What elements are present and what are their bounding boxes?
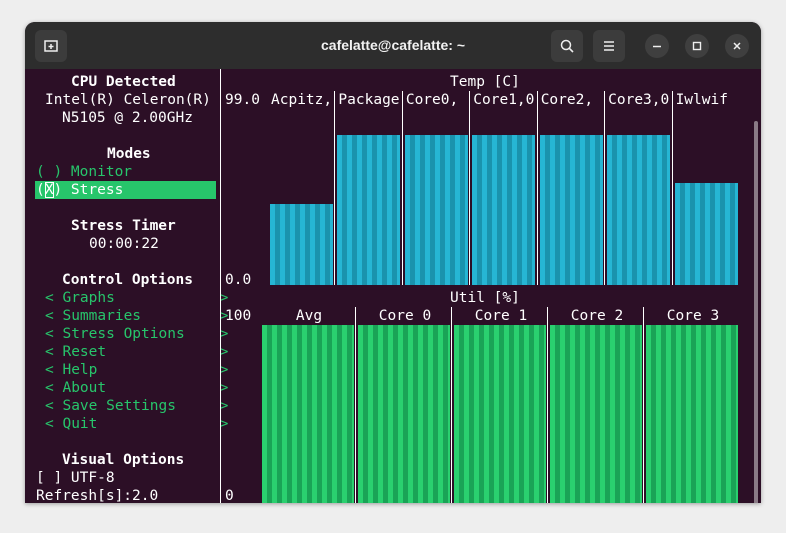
util-cols-bar	[358, 325, 450, 503]
cpu-model-line1: Intel(R) Celeron(R)	[45, 92, 211, 108]
minimize-button[interactable]	[645, 34, 669, 58]
util-cols-bar	[646, 325, 738, 503]
temp-min-label: 0.0	[225, 272, 252, 288]
temp-cols-column-label: Core1,0	[473, 92, 535, 108]
cpu-detected-heading: CPU Detected	[71, 74, 176, 90]
util-cols-column-label: Avg	[295, 308, 323, 324]
refresh-rate-setting[interactable]: Refresh[s]:2.0	[36, 487, 158, 503]
hamburger-icon	[604, 41, 614, 51]
temp-cols-bar	[405, 135, 468, 285]
util-cols-column-separator	[355, 307, 356, 503]
title-bar: cafelatte@cafelatte: ~	[25, 22, 761, 69]
menu-item-about[interactable]: < About >	[45, 379, 228, 397]
util-cols-bar	[454, 325, 546, 503]
scrollbar[interactable]	[754, 121, 758, 503]
util-cols-column-label: Core 3	[666, 308, 720, 324]
close-button[interactable]	[725, 34, 749, 58]
temp-cols-column-separator	[469, 91, 470, 285]
text-cursor	[45, 182, 54, 198]
util-cols-bar	[550, 325, 642, 503]
menu-item-help[interactable]: < Help >	[45, 361, 228, 379]
util-cols-column-label: Core 2	[570, 308, 624, 324]
menu-item-reset[interactable]: < Reset >	[45, 343, 228, 361]
util-cols-column-separator	[451, 307, 452, 503]
temp-cols-column-label: Package	[338, 92, 400, 108]
modes-heading: Modes	[107, 146, 151, 162]
maximize-button[interactable]	[685, 34, 709, 58]
close-icon	[733, 42, 741, 50]
temp-cols-column-label: Iwlwif	[675, 92, 728, 108]
temp-cols-column-separator	[604, 91, 605, 285]
terminal-window: cafelatte@cafelatte: ~ CPU Detected Inte…	[25, 22, 761, 503]
maximize-icon	[692, 41, 702, 51]
temp-cols-column-separator	[402, 91, 403, 285]
mode-monitor-radio[interactable]: ( ) Monitor	[36, 163, 132, 181]
menu-item-quit[interactable]: < Quit >	[45, 415, 228, 433]
temp-cols-bar	[607, 135, 670, 285]
temp-cols-column-separator	[537, 91, 538, 285]
menu-item-stress-options[interactable]: < Stress Options >	[45, 325, 228, 343]
search-icon	[560, 39, 574, 53]
temp-graph-title: Temp [C]	[450, 74, 520, 90]
temp-cols-column-label: Core0,	[405, 92, 459, 108]
visual-options-heading: Visual Options	[62, 452, 185, 468]
temp-cols-column-label: Core3,0	[608, 92, 670, 108]
util-max-label: 100	[225, 308, 252, 324]
cpu-model-line2: N5105 @ 2.00GHz	[62, 110, 193, 126]
util-min-label: 0	[225, 488, 234, 503]
temp-cols-column-label: Core2,	[540, 92, 594, 108]
temp-cols-column-separator	[672, 91, 673, 285]
temp-cols-bar	[675, 183, 738, 285]
temp-cols-bar	[337, 135, 400, 285]
terminal-content: CPU Detected Intel(R) Celeron(R) N5105 @…	[25, 69, 761, 503]
minimize-icon	[653, 45, 661, 48]
util-cols-column-label: Core 0	[378, 308, 432, 324]
temp-cols-bar	[540, 135, 603, 285]
temp-cols-column-separator	[334, 91, 335, 285]
menu-button[interactable]	[593, 30, 625, 62]
utf8-checkbox[interactable]: [ ] UTF-8	[36, 469, 115, 487]
util-cols-bar	[262, 325, 354, 503]
temp-cols-column-label: Acpitz,	[271, 92, 333, 108]
util-cols-column-label: Core 1	[474, 308, 528, 324]
menu-item-graphs[interactable]: < Graphs >	[45, 289, 228, 307]
util-cols-column-separator	[547, 307, 548, 503]
stress-timer-value: 00:00:22	[89, 236, 159, 252]
menu-item-summaries[interactable]: < Summaries >	[45, 307, 228, 325]
control-options-heading: Control Options	[62, 272, 193, 288]
stress-timer-heading: Stress Timer	[71, 218, 176, 234]
menu-item-save-settings[interactable]: < Save Settings >	[45, 397, 228, 415]
sidebar-separator	[220, 69, 221, 503]
temp-cols-bar	[472, 135, 535, 285]
search-button[interactable]	[551, 30, 583, 62]
temp-max-label: 99.0	[225, 92, 260, 108]
util-cols-column-separator	[643, 307, 644, 503]
temp-cols-bar	[270, 204, 333, 285]
util-graph-title: Util [%]	[450, 290, 520, 306]
